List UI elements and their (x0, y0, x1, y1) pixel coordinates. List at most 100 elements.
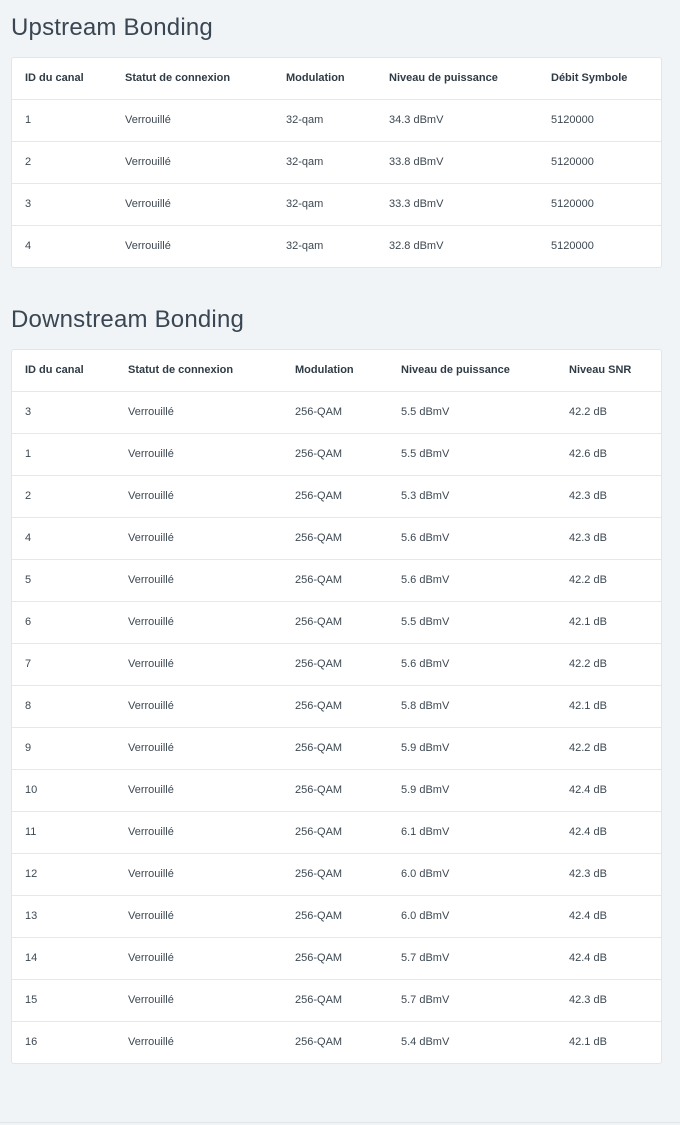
cell-power-level: 5.5 dBmV (401, 448, 450, 460)
cell-modulation: 32-qam (286, 240, 324, 252)
header-power-level: Niveau de puissance (389, 72, 498, 84)
cell-modulation: 256-QAM (295, 658, 343, 670)
cell-connection-status: Verrouillé (125, 156, 171, 168)
cell-snr-level: 42.2 dB (569, 658, 607, 670)
table-row: 3 Verrouillé 256-QAM 5.5 dBmV 42.2 dB (12, 392, 661, 434)
cell-snr-level: 42.2 dB (569, 406, 607, 418)
table-row: 7 Verrouillé 256-QAM 5.6 dBmV 42.2 dB (12, 644, 661, 686)
cell-connection-status: Verrouillé (128, 574, 174, 586)
header-modulation: Modulation (286, 72, 345, 84)
cell-channel-id: 4 (25, 532, 32, 544)
cell-modulation: 256-QAM (295, 616, 343, 628)
footer-divider (0, 1122, 680, 1123)
header-channel-id: ID du canal (25, 72, 84, 84)
cell-snr-level: 42.4 dB (569, 826, 607, 838)
cell-power-level: 5.8 dBmV (401, 700, 450, 712)
cell-power-level: 5.5 dBmV (401, 406, 450, 418)
cell-modulation: 32-qam (286, 198, 324, 210)
cell-channel-id: 3 (25, 198, 32, 210)
cell-power-level: 34.3 dBmV (389, 114, 444, 126)
cell-snr-level: 42.6 dB (569, 448, 607, 460)
cell-connection-status: Verrouillé (125, 240, 171, 252)
cell-snr-level: 42.4 dB (569, 952, 607, 964)
cell-connection-status: Verrouillé (128, 532, 174, 544)
table-row: 1 Verrouillé 32-qam 34.3 dBmV 5120000 (12, 100, 661, 142)
cell-modulation: 256-QAM (295, 784, 343, 796)
cell-modulation: 256-QAM (295, 490, 343, 502)
header-power-level: Niveau de puissance (401, 364, 510, 376)
header-symbol-rate: Débit Symbole (551, 72, 628, 84)
cell-modulation: 256-QAM (295, 700, 343, 712)
cell-snr-level: 42.2 dB (569, 574, 607, 586)
header-modulation: Modulation (295, 364, 354, 376)
cell-snr-level: 42.2 dB (569, 742, 607, 754)
cell-connection-status: Verrouillé (128, 490, 174, 502)
cell-connection-status: Verrouillé (128, 784, 174, 796)
table-row: 8 Verrouillé 256-QAM 5.8 dBmV 42.1 dB (12, 686, 661, 728)
cell-modulation: 256-QAM (295, 826, 343, 838)
cell-power-level: 33.8 dBmV (389, 156, 444, 168)
downstream-table-body: 3 Verrouillé 256-QAM 5.5 dBmV 42.2 dB 1 Verrou… (12, 392, 661, 1063)
cell-channel-id: 6 (25, 616, 32, 628)
cell-power-level: 6.0 dBmV (401, 910, 450, 922)
cell-power-level: 6.1 dBmV (401, 826, 450, 838)
cell-connection-status: Verrouillé (128, 742, 174, 754)
cell-channel-id: 3 (25, 406, 32, 418)
cell-modulation: 256-QAM (295, 574, 343, 586)
cell-channel-id: 5 (25, 574, 32, 586)
cell-modulation: 256-QAM (295, 1036, 343, 1048)
cell-snr-level: 42.4 dB (569, 784, 607, 796)
cell-modulation: 256-QAM (295, 868, 343, 880)
table-row: 2 Verrouillé 32-qam 33.8 dBmV 5120000 (12, 142, 661, 184)
table-row: 12 Verrouillé 256-QAM 6.0 dBmV 42.3 dB (12, 854, 661, 896)
header-connection-status: Statut de connexion (128, 364, 234, 376)
cell-power-level: 33.3 dBmV (389, 198, 444, 210)
cell-power-level: 5.9 dBmV (401, 742, 450, 754)
table-row: 11 Verrouillé 256-QAM 6.1 dBmV 42.4 dB (12, 812, 661, 854)
cell-power-level: 5.4 dBmV (401, 1036, 450, 1048)
cell-channel-id: 8 (25, 700, 32, 712)
table-row: 10 Verrouillé 256-QAM 5.9 dBmV 42.4 dB (12, 770, 661, 812)
upstream-title: Upstream Bonding (11, 14, 213, 41)
cell-power-level: 5.6 dBmV (401, 574, 450, 586)
cell-connection-status: Verrouillé (125, 114, 171, 126)
cell-connection-status: Verrouillé (128, 910, 174, 922)
table-row: 13 Verrouillé 256-QAM 6.0 dBmV 42.4 dB (12, 896, 661, 938)
cell-snr-level: 42.4 dB (569, 910, 607, 922)
cell-channel-id: 2 (25, 490, 32, 502)
cell-channel-id: 1 (25, 448, 32, 460)
upstream-header-row: ID du canal Statut de connexion Modulati… (12, 58, 661, 100)
cell-power-level: 5.7 dBmV (401, 994, 450, 1006)
cell-symbol-rate: 5120000 (551, 114, 594, 126)
cell-snr-level: 42.1 dB (569, 616, 607, 628)
cell-channel-id: 2 (25, 156, 32, 168)
downstream-table: ID du canal Statut de connexion Modulati… (11, 349, 662, 1064)
cell-channel-id: 16 (25, 1036, 38, 1048)
cell-connection-status: Verrouillé (125, 198, 171, 210)
cell-power-level: 5.6 dBmV (401, 658, 450, 670)
table-row: 9 Verrouillé 256-QAM 5.9 dBmV 42.2 dB (12, 728, 661, 770)
table-row: 15 Verrouillé 256-QAM 5.7 dBmV 42.3 dB (12, 980, 661, 1022)
cell-power-level: 5.9 dBmV (401, 784, 450, 796)
cell-channel-id: 15 (25, 994, 38, 1006)
cell-snr-level: 42.3 dB (569, 490, 607, 502)
table-row: 1 Verrouillé 256-QAM 5.5 dBmV 42.6 dB (12, 434, 661, 476)
cell-snr-level: 42.1 dB (569, 700, 607, 712)
upstream-table-body: 1 Verrouillé 32-qam 34.3 dBmV 5120000 2 Verrou… (12, 100, 661, 267)
table-row: 2 Verrouillé 256-QAM 5.3 dBmV 42.3 dB (12, 476, 661, 518)
cell-modulation: 256-QAM (295, 448, 343, 460)
header-connection-status: Statut de connexion (125, 72, 231, 84)
cell-modulation: 32-qam (286, 114, 324, 126)
cell-connection-status: Verrouillé (128, 994, 174, 1006)
downstream-header-row: ID du canal Statut de connexion Modulati… (12, 350, 661, 392)
cell-symbol-rate: 5120000 (551, 240, 594, 252)
cell-snr-level: 42.3 dB (569, 532, 607, 544)
table-row: 3 Verrouillé 32-qam 33.3 dBmV 5120000 (12, 184, 661, 226)
cell-power-level: 32.8 dBmV (389, 240, 444, 252)
cell-connection-status: Verrouillé (128, 616, 174, 628)
cell-connection-status: Verrouillé (128, 406, 174, 418)
cell-channel-id: 1 (25, 114, 32, 126)
cell-modulation: 32-qam (286, 156, 324, 168)
cell-power-level: 5.6 dBmV (401, 532, 450, 544)
cell-channel-id: 7 (25, 658, 32, 670)
